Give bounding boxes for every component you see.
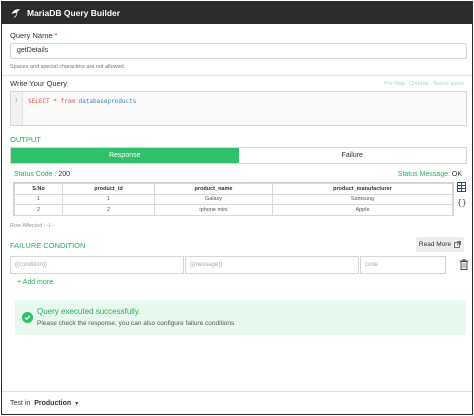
mariadb-seal-icon [11,9,21,18]
test-in-label: Test in [10,400,31,407]
sql-keyword: SELECT * from [28,98,75,105]
line-number: 1 [11,92,23,125]
success-title: Query executed successfully. [37,307,141,316]
code-input[interactable]: code [360,256,446,274]
column-header: product_name [154,183,273,195]
required-mark: * [54,31,58,40]
svg-text:{}: {} [457,198,466,207]
check-circle-icon [22,312,33,323]
status-message-label: Status Message: [397,171,450,178]
link-pre-map[interactable]: Pre Map [384,81,405,87]
query-code: SELECT * from databaseproducts [28,98,136,105]
column-header: product_id [62,183,155,195]
query-name-label-text: Query Name [10,31,53,40]
sql-table: databaseproducts [78,98,137,105]
footer: Test in Production ▼ [2,391,472,415]
table-view-icon[interactable] [457,182,466,192]
query-name-hint: Spaces and special characters are not al… [10,64,126,70]
table-actions: {} [457,182,467,212]
app-header: MariaDB Query Builder [2,2,472,24]
table-cell: iphone mini [154,204,273,216]
app-title: MariaDB Query Builder [27,8,121,18]
query-links: Pre Map Chrome Tested query [384,81,464,87]
table-header-row: S.No product_id product_name product_man… [14,183,453,195]
response-table: S.No product_id product_name product_man… [13,182,454,216]
write-query-label: Write Your Query [10,79,67,88]
status-code-label: Status Code : [14,171,57,178]
external-link-icon [454,241,461,248]
table-cell: Apple [272,204,453,216]
status-code: Status Code : 200 [14,171,70,178]
table-row: 1 1 Galaxy Samsung [14,193,453,205]
rows-affected: Row Affected : -|-- [10,223,54,229]
status-code-value: 200 [58,171,71,178]
query-editor[interactable]: 1 SELECT * from databaseproducts [10,91,467,126]
output-tabs: Response Failure [10,147,467,164]
chevron-down-icon[interactable]: ▼ [74,401,79,407]
read-more-label: Read More [418,241,452,248]
table-cell: 2 [62,204,155,216]
query-name-label: Query Name * [10,31,58,40]
status-message: Status Message: OK [398,171,462,178]
query-name-value: getDetails [17,47,49,54]
table-row: 2 2 iphone mini Apple [14,204,453,216]
table-cell: 1 [62,193,155,205]
table-cell: 1 [14,193,63,205]
message-input[interactable]: {{message}} [185,256,359,274]
column-header: product_manufacturer [272,183,453,195]
json-view-icon[interactable]: {} [457,197,467,207]
environment-select[interactable]: Production [34,400,71,407]
table-cell: 2 [14,204,63,216]
status-message-value: OK [451,171,462,178]
link-tested-query[interactable]: Tested query [433,81,465,87]
success-detail: Please check the response, you can also … [37,320,235,327]
failure-condition-heading: FAILURE CONDITION [10,241,86,250]
query-name-input[interactable]: getDetails [10,43,467,59]
failure-condition-row: {{condition}} {{message}} code [10,256,468,274]
output-heading: OUTPUT [10,135,41,144]
column-header: S.No [14,183,63,195]
trash-icon[interactable] [460,259,468,270]
tab-failure[interactable]: Failure [238,148,466,163]
read-more-button[interactable]: Read More [416,237,464,252]
condition-input[interactable]: {{condition}} [10,256,184,274]
query-builder-window: MariaDB Query Builder Query Name * getDe… [1,1,473,415]
success-alert: Query executed successfully. Please chec… [15,300,466,335]
table-cell: Samsung [272,193,453,205]
tab-response[interactable]: Response [11,148,239,163]
divider [2,75,472,76]
add-more-button[interactable]: + Add more [17,279,53,286]
link-chrome[interactable]: Chrome [409,81,429,87]
table-cell: Galaxy [154,193,273,205]
